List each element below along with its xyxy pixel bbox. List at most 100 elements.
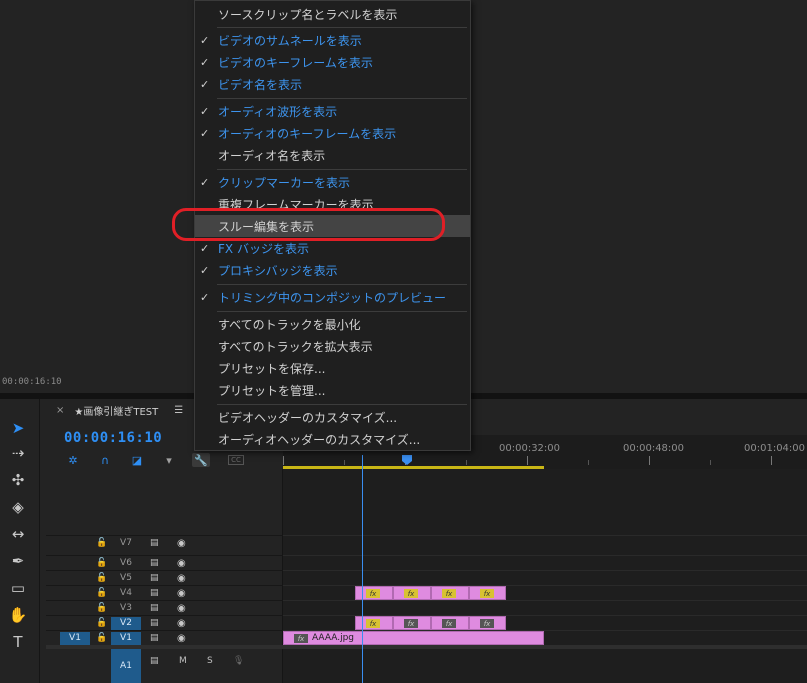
track-name[interactable]: V3 (111, 602, 141, 615)
timeline-display-settings-menu: ソースクリップ名とラベルを表示 ✓ ビデオのサムネールを表示 ✓ ビデオのキーフレー… (194, 0, 471, 451)
clip-v2[interactable]: fx (469, 616, 506, 630)
eye-icon[interactable]: ◉ (177, 588, 186, 599)
panel-menu-icon[interactable]: ☰ (174, 405, 183, 416)
menu-item-composite-preview-trimming[interactable]: ✓ トリミング中のコンポジットのプレビュー (195, 286, 470, 308)
lock-icon[interactable]: 🔓 (96, 618, 107, 628)
eye-icon[interactable]: ◉ (177, 633, 186, 644)
lock-icon[interactable]: 🔓 (96, 588, 107, 598)
eye-icon[interactable]: ◉ (177, 558, 186, 569)
ruler-tick (771, 456, 772, 465)
lock-icon[interactable]: 🔓 (96, 558, 107, 568)
clip-v2[interactable]: fx (431, 616, 469, 630)
sync-lock-icon[interactable]: ▤ (150, 656, 159, 666)
playhead-handle[interactable] (402, 455, 412, 465)
menu-item-show-audio-keyframes[interactable]: ✓ オーディオのキーフレームを表示 (195, 122, 470, 144)
playhead-line[interactable] (362, 455, 363, 683)
track-name[interactable]: V4 (111, 587, 141, 600)
menu-item-show-clip-markers[interactable]: ✓ クリップマーカーを表示 (195, 171, 470, 193)
lock-icon[interactable]: 🔓 (96, 573, 107, 583)
ruler-tick (649, 456, 650, 465)
sync-lock-icon[interactable]: ▤ (150, 618, 159, 628)
eye-icon[interactable]: ◉ (177, 618, 186, 629)
lock-icon[interactable]: 🔓 (96, 603, 107, 613)
checkmark-icon: ✓ (200, 175, 210, 189)
ripple-edit-tool-icon[interactable]: ✣ (6, 469, 30, 491)
track-name[interactable]: V6 (111, 557, 141, 570)
eye-icon[interactable]: ◉ (177, 573, 186, 584)
pen-tool-icon[interactable]: ✒ (6, 550, 30, 572)
sync-lock-icon[interactable]: ▤ (150, 588, 159, 598)
selection-tool-icon[interactable]: ➤ (6, 417, 30, 439)
solo-button[interactable]: S (207, 656, 213, 666)
clip-v4[interactable]: fx (469, 586, 506, 600)
source-patch-v1[interactable]: V1 (60, 631, 90, 645)
menu-item-show-fx-badges[interactable]: ✓ FX バッジを表示 (195, 237, 470, 259)
clip-v1[interactable]: fx AAAA.jpg (283, 631, 544, 645)
rectangle-tool-icon[interactable]: ▭ (6, 577, 30, 599)
menu-item-manage-presets[interactable]: プリセットを管理... (195, 379, 470, 401)
eye-icon[interactable]: ◉ (177, 603, 186, 614)
snap-icon[interactable]: ∩ (96, 453, 114, 467)
type-tool-icon[interactable]: T (6, 631, 30, 653)
menu-item-show-audio-names[interactable]: オーディオ名を表示 (195, 144, 470, 166)
lock-icon[interactable]: 🔓 (96, 633, 107, 643)
sync-lock-icon[interactable]: ▤ (150, 603, 159, 613)
menu-item-show-video-thumbnails[interactable]: ✓ ビデオのサムネールを表示 (195, 29, 470, 51)
menu-item-label: ビデオのサムネールを表示 (218, 33, 362, 48)
checkmark-icon: ✓ (200, 55, 210, 69)
sync-lock-icon[interactable]: ▤ (150, 538, 159, 548)
menu-item-label: ビデオ名を表示 (218, 77, 303, 92)
menu-item-show-video-names[interactable]: ✓ ビデオ名を表示 (195, 73, 470, 95)
track-name[interactable]: V1 (111, 631, 141, 645)
sync-lock-icon[interactable]: ▤ (150, 558, 159, 568)
ruler-tick (710, 460, 711, 465)
track-name[interactable]: A1 (111, 649, 141, 683)
menu-item-minimize-all-tracks[interactable]: すべてのトラックを最小化 (195, 313, 470, 335)
close-tab-icon[interactable]: × (56, 405, 64, 416)
menu-item-expand-all-tracks[interactable]: すべてのトラックを拡大表示 (195, 335, 470, 357)
fx-badge: fx (294, 634, 308, 643)
clip-v2[interactable]: fx (393, 616, 431, 630)
checkmark-icon: ✓ (200, 104, 210, 118)
menu-item-customize-audio-header[interactable]: オーディオヘッダーのカスタマイズ... (195, 428, 470, 450)
microphone-icon[interactable]: 🎙 (233, 656, 244, 666)
captions-icon[interactable]: CC (228, 455, 244, 465)
lock-icon[interactable]: 🔓 (96, 538, 107, 548)
menu-item-show-source-clip-name[interactable]: ソースクリップ名とラベルを表示 (195, 3, 470, 25)
menu-item-show-audio-waveform[interactable]: ✓ オーディオ波形を表示 (195, 100, 470, 122)
razor-tool-icon[interactable]: ◈ (6, 496, 30, 518)
fx-badge: fx (366, 619, 380, 628)
clip-v4[interactable]: fx (393, 586, 431, 600)
track-name[interactable]: V5 (111, 572, 141, 585)
linked-selection-icon[interactable]: ◪ (128, 453, 146, 467)
sync-lock-icon[interactable]: ▤ (150, 573, 159, 583)
menu-item-show-duplicate-frame-markers[interactable]: 重複フレームマーカーを表示 (195, 193, 470, 215)
ruler-label: 00:00:48:00 (623, 443, 685, 454)
clip-v4[interactable]: fx (431, 586, 469, 600)
mute-button[interactable]: M (179, 656, 187, 666)
menu-item-show-proxy-badges[interactable]: ✓ プロキシバッジを表示 (195, 259, 470, 281)
menu-item-customize-video-header[interactable]: ビデオヘッダーのカスタマイズ... (195, 406, 470, 428)
menu-item-save-preset[interactable]: プリセットを保存... (195, 357, 470, 379)
clip-v4[interactable]: fx (355, 586, 393, 600)
video-audio-separator[interactable] (46, 645, 807, 649)
sequence-tab[interactable]: × ★画像引継ぎTEST ☰ (56, 403, 183, 418)
nest-toggle-icon[interactable]: ✲ (64, 453, 82, 467)
menu-item-show-through-edits[interactable]: スルー編集を表示 (195, 215, 470, 237)
clip-v2[interactable]: fx (355, 616, 393, 630)
track-name[interactable]: V2 (111, 616, 141, 630)
timeline-settings-wrench-icon[interactable]: 🔧 (192, 453, 210, 467)
track-name[interactable]: V7 (111, 537, 141, 550)
hand-tool-icon[interactable]: ✋ (6, 604, 30, 626)
eye-icon[interactable]: ◉ (177, 538, 186, 549)
menu-item-label: スルー編集を表示 (218, 219, 315, 234)
track-header-v2: 🔓 V2 ▤ ◉ (46, 615, 283, 630)
slip-tool-icon[interactable]: ↔ (6, 523, 30, 545)
track-header-v6: 🔓 V6 ▤ ◉ (46, 555, 283, 570)
track-select-tool-icon[interactable]: ⇢ (6, 442, 30, 464)
timeline-timecode[interactable]: 00:00:16:10 (64, 430, 162, 446)
sync-lock-icon[interactable]: ▤ (150, 633, 159, 643)
add-marker-icon[interactable]: ▾ (160, 453, 178, 467)
menu-item-show-video-keyframes[interactable]: ✓ ビデオのキーフレームを表示 (195, 51, 470, 73)
ruler-tick (283, 456, 284, 465)
